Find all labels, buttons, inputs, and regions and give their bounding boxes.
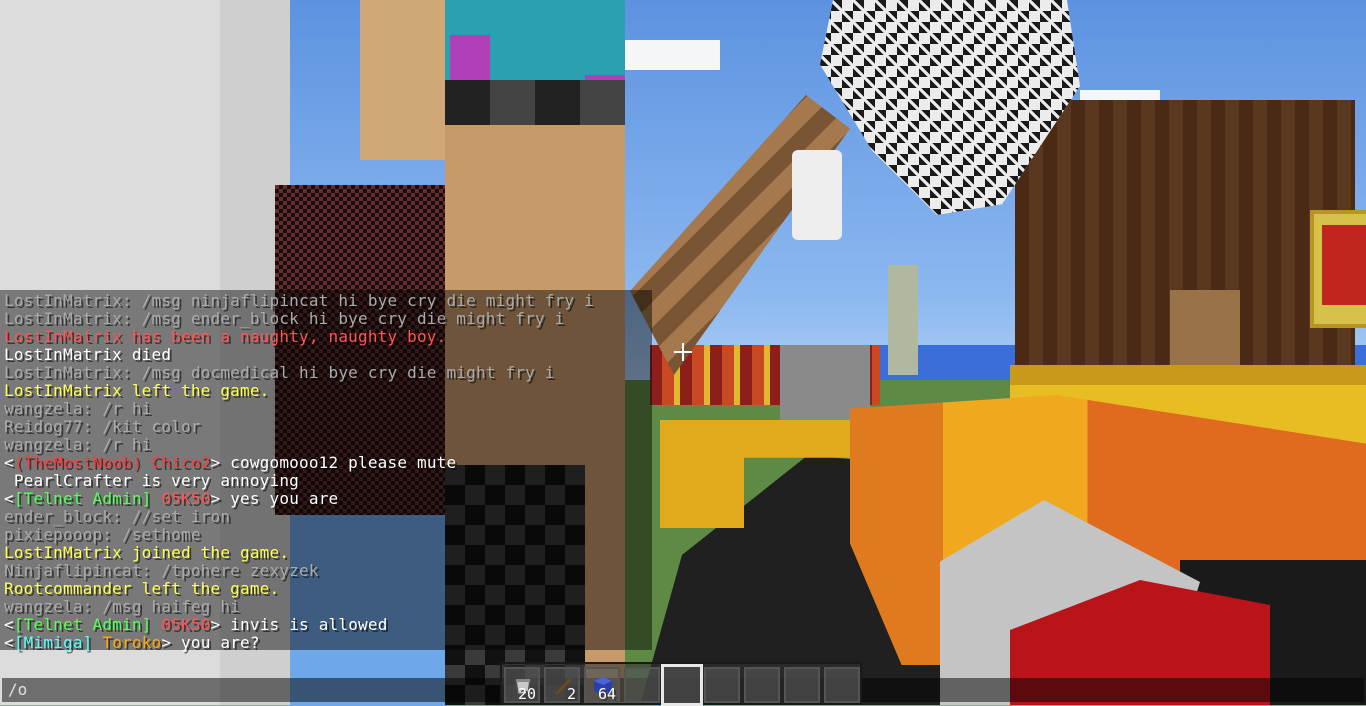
chat-message: wangzela: /msg haifeg hi <box>4 598 240 616</box>
pillar-side <box>360 0 450 160</box>
chat-message-segment: > invis is allowed <box>210 615 388 634</box>
chat-message: Ninjaflipincat: /tpohere zexyzek <box>4 562 319 580</box>
chat-message-segment: Reidog77: /kit color <box>4 417 201 436</box>
chat-message-segment: pixiepooop: /sethome <box>4 525 201 544</box>
hotbar-slot-4[interactable] <box>624 667 660 703</box>
chat-message-segment <box>142 453 152 472</box>
chat-message-segment: < <box>4 489 14 508</box>
chat-message-segment <box>152 615 162 634</box>
item-count: 2 <box>566 685 576 703</box>
chat-message-segment: Ninjaflipincat: /tpohere zexyzek <box>4 561 319 580</box>
chat-message-segment: < <box>4 453 14 472</box>
crosshair-icon <box>674 343 692 361</box>
chat-message-segment: PearlCrafter is very annoying <box>4 471 299 490</box>
chat-message-segment: LostInMatrix: /msg docmedical hi bye cry… <box>4 363 555 382</box>
hotbar-slot-7[interactable] <box>744 667 780 703</box>
item-count: 20 <box>517 685 536 703</box>
chat-message-segment: [Telnet Admin] <box>13 489 152 508</box>
chat-message-segment: LostInMatrix left the game. <box>4 381 270 400</box>
chat-message: wangzela: /r hi <box>4 436 152 454</box>
chat-message-segment: wangzela: /msg haifeg hi <box>4 597 240 616</box>
chat-message: LostInMatrix: /msg ender_block hi bye cr… <box>4 310 564 328</box>
chat-message-segment: [Telnet Admin] <box>13 615 152 634</box>
chat-message-segment: LostInMatrix has been a naughty, naughty… <box>4 327 447 346</box>
chat-message-segment: > yes you are <box>210 489 339 508</box>
chat-message-segment: Rootcommander left the game. <box>4 579 280 598</box>
chat-message: LostInMatrix has been a naughty, naughty… <box>4 328 446 346</box>
chat-message-segment: [Mimiga] <box>13 633 93 652</box>
hotbar-slot-9[interactable] <box>824 667 860 703</box>
item-count: 64 <box>597 685 616 703</box>
house-door <box>1170 290 1240 370</box>
chat-message: pixiepooop: /sethome <box>4 526 201 544</box>
chat-message: LostInMatrix: /msg ninjaflipincat hi bye… <box>4 292 594 310</box>
chat-message-segment: Chico2 <box>151 453 211 472</box>
chat-message-segment: wangzela: /r hi <box>4 399 152 418</box>
chat-message-segment: < <box>4 633 14 652</box>
chat-message: <[Mimiga] Toroko> you are? <box>4 634 260 652</box>
chat-message-segment <box>93 633 103 652</box>
chat-message-segment: > you are? <box>161 633 260 652</box>
chat-message: Reidog77: /kit color <box>4 418 201 436</box>
chat-message-segment: LostInMatrix joined the game. <box>4 543 290 562</box>
chat-message-segment: < <box>4 615 14 634</box>
chat-log: LostInMatrix: /msg ninjaflipincat hi bye… <box>0 290 652 652</box>
distant-tower <box>888 265 918 375</box>
hotbar-slot-1[interactable]: 20 <box>504 667 540 703</box>
chat-message-segment: 05K50 <box>161 489 211 508</box>
pillar-pink-block <box>450 35 490 80</box>
chat-message-segment: LostInMatrix: /msg ender_block hi bye cr… <box>4 309 565 328</box>
hotbar-slot-3[interactable]: 64 <box>584 667 620 703</box>
pillar-dark-band <box>445 80 625 125</box>
chat-message-segment: Toroko <box>102 633 162 652</box>
ghost-figure <box>792 150 842 240</box>
chat-message-segment: LostInMatrix: /msg ninjaflipincat hi bye… <box>4 291 594 310</box>
chat-message-segment: > cowgomooo12 please mute <box>210 453 457 472</box>
chat-message: LostInMatrix left the game. <box>4 382 270 400</box>
chat-message: PearlCrafter is very annoying <box>4 472 299 490</box>
hotbar-slot-5[interactable] <box>661 664 703 706</box>
chat-message-segment: ender_block: //set iron <box>4 507 231 526</box>
chat-message-segment: wangzela: /r hi <box>4 435 152 454</box>
chat-message: <[Telnet Admin] 05K50> invis is allowed <box>4 616 388 634</box>
chat-message: LostInMatrix: /msg docmedical hi bye cry… <box>4 364 555 382</box>
hotbar[interactable]: 20 2 64 <box>500 662 862 706</box>
hotbar-slot-2[interactable]: 2 <box>544 667 580 703</box>
hotbar-slot-8[interactable] <box>784 667 820 703</box>
chat-message: LostInMatrix died <box>4 346 171 364</box>
chat-message-segment: (TheMostNoob) <box>13 453 142 472</box>
chat-message-segment <box>152 489 162 508</box>
chat-message: ender_block: //set iron <box>4 508 230 526</box>
chat-message: Rootcommander left the game. <box>4 580 279 598</box>
chat-message-segment: LostInMatrix died <box>4 345 172 364</box>
billboard-sign-panel <box>1322 225 1366 305</box>
chat-message: wangzela: /r hi <box>4 400 152 418</box>
chat-message: <[Telnet Admin] 05K50> yes you are <box>4 490 338 508</box>
hotbar-slot-6[interactable] <box>704 667 740 703</box>
chat-message: LostInMatrix joined the game. <box>4 544 289 562</box>
chat-input-text[interactable]: /o <box>8 681 27 699</box>
yellow-block-top <box>1010 365 1366 385</box>
chat-message: <(TheMostNoob) Chico2> cowgomooo12 pleas… <box>4 454 456 472</box>
chat-message-segment: 05K50 <box>161 615 211 634</box>
